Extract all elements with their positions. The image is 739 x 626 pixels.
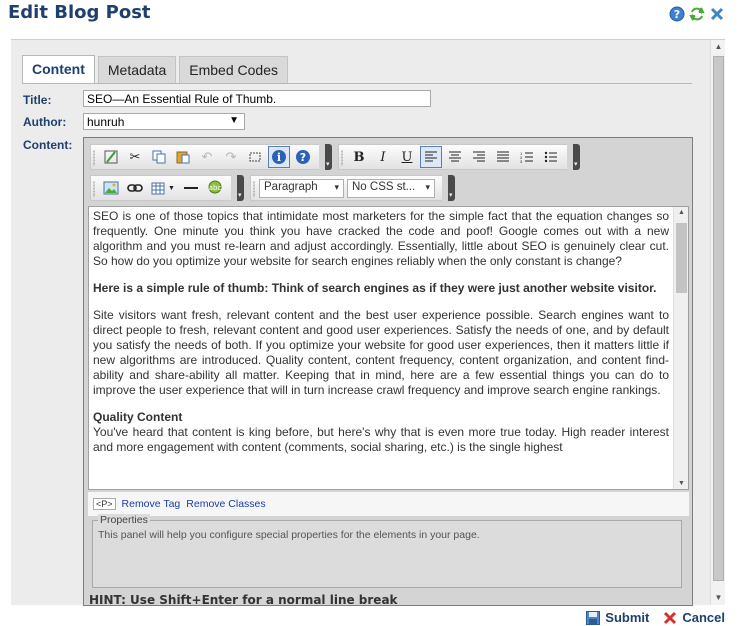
chevron-down-icon: ▾: [334, 181, 339, 192]
justify-icon[interactable]: [492, 146, 514, 168]
paragraph: Quality Content You've heard that content…: [93, 410, 669, 455]
toolbar-group-insert: ▼ abc: [90, 175, 231, 201]
content-editor-area[interactable]: SEO is one of those topics that intimida…: [88, 206, 689, 490]
toolbar-row-1: ✂ ↶ ↷ i ? B: [90, 144, 586, 170]
chevron-down-icon: ▾: [425, 181, 430, 192]
cancel-icon: [664, 611, 677, 624]
svg-text:i: i: [277, 151, 281, 164]
svg-text:abc: abc: [209, 184, 222, 192]
paragraph-text: Site visitors want fresh, relevant conte…: [93, 308, 669, 397]
toolbar-row-2: ▼ abc Paragraph ▾ No CSS st... ▾: [90, 175, 461, 201]
bullet-list-icon[interactable]: [540, 146, 562, 168]
tag-bar: <P> Remove Tag Remove Classes: [88, 492, 689, 516]
bold-icon[interactable]: B: [348, 146, 370, 168]
align-left-icon[interactable]: [420, 146, 442, 168]
properties-description: This panel will help you configure speci…: [98, 529, 480, 541]
author-label: Author:: [23, 115, 67, 129]
horizontal-rule-icon[interactable]: [180, 177, 202, 199]
select-all-icon[interactable]: [244, 146, 266, 168]
paragraph-text: You've heard that content is king before…: [93, 425, 669, 454]
block-format-select[interactable]: Paragraph ▾: [259, 178, 344, 198]
close-icon[interactable]: [709, 6, 725, 22]
svg-text:?: ?: [674, 8, 680, 21]
author-value: hunruh: [87, 115, 125, 129]
scroll-thumb[interactable]: [676, 223, 687, 293]
tab-bar: Content Metadata Embed Codes: [22, 55, 288, 84]
image-icon[interactable]: [100, 177, 122, 199]
help-icon[interactable]: ?: [292, 146, 314, 168]
properties-panel: Properties This panel will help you conf…: [92, 514, 682, 588]
tab-divider: [22, 83, 692, 84]
remove-tag-link[interactable]: Remove Tag: [122, 498, 181, 510]
properties-legend: Properties: [98, 514, 150, 526]
copy-icon[interactable]: [148, 146, 170, 168]
toolbar-more-icon[interactable]: [325, 144, 332, 170]
scroll-down-icon[interactable]: ▼: [674, 480, 688, 487]
paragraph-text: Here is a simple rule of thumb: Think of…: [93, 281, 657, 295]
cancel-label: Cancel: [682, 610, 725, 625]
title-input[interactable]: SEO—An Essential Rule of Thumb.: [83, 90, 431, 107]
footer-actions: Submit Cancel: [586, 610, 725, 625]
rich-text-editor: ✂ ↶ ↷ i ? B: [83, 137, 693, 607]
align-center-icon[interactable]: [444, 146, 466, 168]
tab-metadata[interactable]: Metadata: [97, 56, 177, 84]
italic-icon[interactable]: I: [372, 146, 394, 168]
refresh-icon[interactable]: [689, 6, 705, 22]
block-format-value: Paragraph: [264, 180, 318, 193]
panel-scrollbar[interactable]: ▲ ▼: [710, 40, 725, 605]
scroll-down-icon[interactable]: ▼: [711, 591, 726, 605]
toolbar-group-edit: ✂ ↶ ↷ i ?: [90, 144, 319, 170]
content-scrollbar[interactable]: ▲ ▼: [673, 207, 688, 489]
numbered-list-icon[interactable]: 123: [516, 146, 538, 168]
spellcheck-icon[interactable]: abc: [204, 177, 226, 199]
paragraph: Here is a simple rule of thumb: Think of…: [93, 281, 669, 296]
toolbar-more-icon[interactable]: [237, 175, 244, 201]
cut-icon[interactable]: ✂: [124, 146, 146, 168]
paragraph-text: SEO is one of those topics that intimida…: [93, 209, 669, 268]
svg-text:3: 3: [520, 159, 523, 163]
chevron-down-icon: ▼: [229, 115, 239, 126]
content-label: Content:: [23, 138, 73, 152]
tab-content[interactable]: Content: [22, 55, 95, 84]
toolbar-group-styles: Paragraph ▾ No CSS st... ▾: [250, 175, 442, 201]
author-select[interactable]: hunruh ▼: [83, 113, 245, 130]
save-icon: [586, 610, 601, 625]
svg-text:?: ?: [300, 151, 306, 164]
cancel-button[interactable]: Cancel: [663, 610, 725, 625]
align-right-icon[interactable]: [468, 146, 490, 168]
help-icon[interactable]: ?: [669, 6, 685, 22]
title-label: Title:: [23, 93, 52, 107]
scroll-up-icon[interactable]: ▲: [711, 40, 726, 54]
edit-panel: ▲ ▼ Content Metadata Embed Codes Title: …: [11, 39, 725, 607]
table-icon[interactable]: ▼: [148, 177, 178, 199]
remove-classes-link[interactable]: Remove Classes: [186, 498, 265, 510]
undo-icon[interactable]: ↶: [196, 146, 218, 168]
underline-icon[interactable]: U: [396, 146, 418, 168]
toolbar-group-format: B I U 123: [338, 144, 567, 170]
scroll-up-icon[interactable]: ▲: [674, 209, 688, 216]
toolbar-more-icon[interactable]: [573, 144, 580, 170]
hint-text: HINT: Use Shift+Enter for a normal line …: [89, 593, 398, 607]
paragraph: SEO is one of those topics that intimida…: [93, 209, 669, 269]
paragraph-tag[interactable]: <P>: [93, 498, 116, 510]
header-actions: ?: [669, 6, 725, 22]
toolbar-more-icon[interactable]: [448, 175, 455, 201]
submit-button[interactable]: Submit: [586, 610, 649, 625]
page-title: Edit Blog Post: [8, 2, 151, 23]
tab-embed-codes[interactable]: Embed Codes: [179, 56, 288, 84]
info-icon[interactable]: i: [268, 146, 290, 168]
link-icon[interactable]: [124, 177, 146, 199]
css-class-select[interactable]: No CSS st... ▾: [347, 178, 435, 198]
paste-icon[interactable]: [172, 146, 194, 168]
format-stripper-icon[interactable]: [100, 146, 122, 168]
redo-icon[interactable]: ↷: [220, 146, 242, 168]
section-heading: Quality Content: [93, 410, 183, 424]
submit-label: Submit: [605, 610, 650, 625]
css-class-value: No CSS st...: [352, 180, 416, 193]
scroll-thumb[interactable]: [713, 56, 724, 581]
content-text[interactable]: SEO is one of those topics that intimida…: [89, 207, 673, 489]
paragraph: Site visitors want fresh, relevant conte…: [93, 308, 669, 398]
